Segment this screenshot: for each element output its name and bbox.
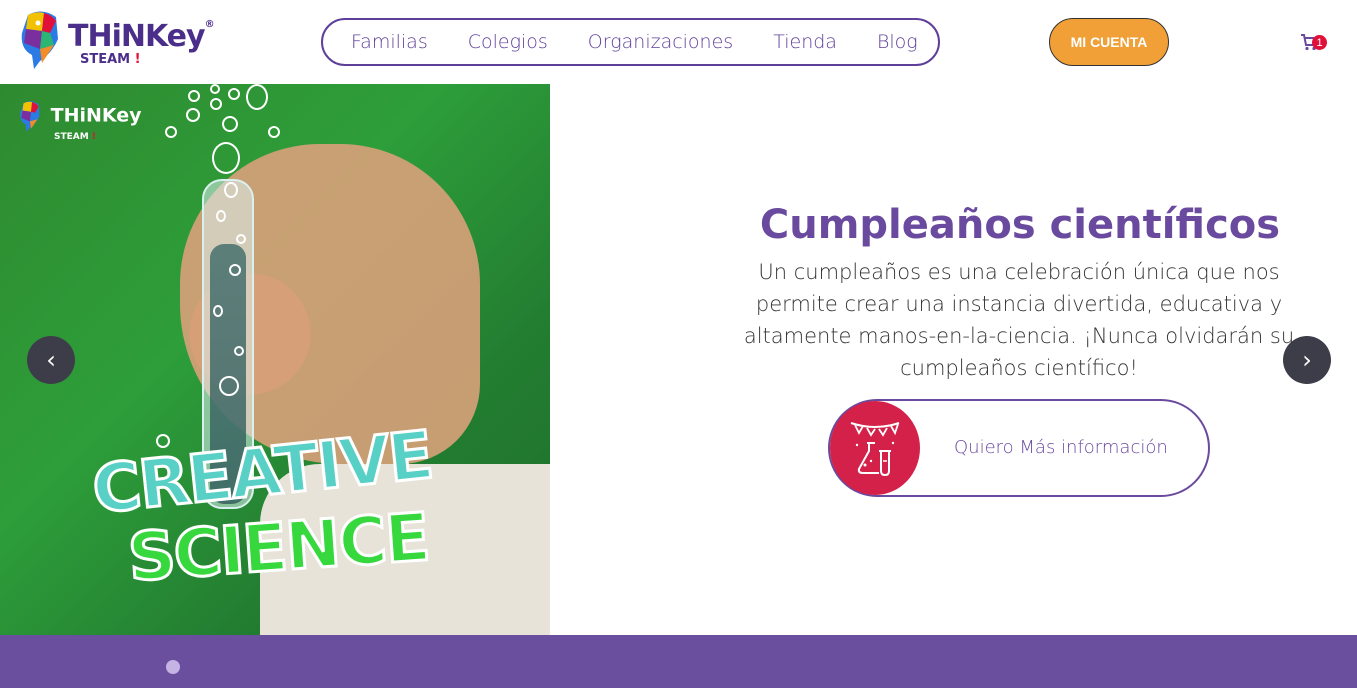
bubble [224,182,238,198]
logo-brand: THiNKey® [68,19,215,54]
nav-colegios[interactable]: Colegios [468,31,548,53]
bubble [234,346,244,356]
bubble [213,305,223,317]
bubble [210,84,220,94]
bubble [229,264,241,276]
carousel-dot[interactable] [166,660,180,674]
party-flask-icon [850,422,900,477]
nav-familias[interactable]: Familias [351,31,428,53]
cart-count-badge: 1 [1312,35,1327,50]
purple-band [0,635,1357,688]
parrot-logo-icon [21,11,58,69]
logo-sub: STEAM ! [80,52,141,67]
bubble [268,126,280,138]
bubble [216,210,226,222]
image-logo: THiNKey STEAM ! [18,100,142,142]
my-account-button[interactable]: MI CUENTA [1049,18,1169,66]
bubble [212,142,240,174]
more-info-label: Quiero Más información [954,437,1168,458]
nav-blog[interactable]: Blog [877,31,918,53]
main-nav: Familias Colegios Organizaciones Tienda … [321,18,940,66]
more-info-button[interactable]: Quiero Más información [828,399,1210,497]
bubble [246,84,268,110]
hero-description: Un cumpleaños es una celebración única q… [743,260,1295,380]
bubble [188,90,200,102]
bubble [219,376,239,396]
bubble [222,116,238,132]
parrot-logo-icon [20,101,40,132]
nav-tienda[interactable]: Tienda [773,31,837,53]
carousel-prev-button[interactable]: ‹ [27,336,75,384]
bubble [165,126,177,138]
bubble [236,234,246,244]
page: THiNKey® STEAM ! Familias Colegios Organ… [0,0,1357,688]
cta-icon-circle [830,401,920,495]
thinkey-logo[interactable]: THiNKey® STEAM ! [18,9,218,69]
hero-image: THiNKey STEAM ! CREATIVE SCIENCE [0,84,550,635]
nav-organizaciones[interactable]: Organizaciones [588,31,733,53]
bubble [228,88,240,100]
bubble [210,98,222,110]
hero-title: Cumpleaños científicos [759,202,1281,248]
site-header: THiNKey® STEAM ! Familias Colegios Organ… [0,0,1357,84]
cart-button[interactable]: 1 [1300,31,1328,53]
bubble [186,108,200,122]
